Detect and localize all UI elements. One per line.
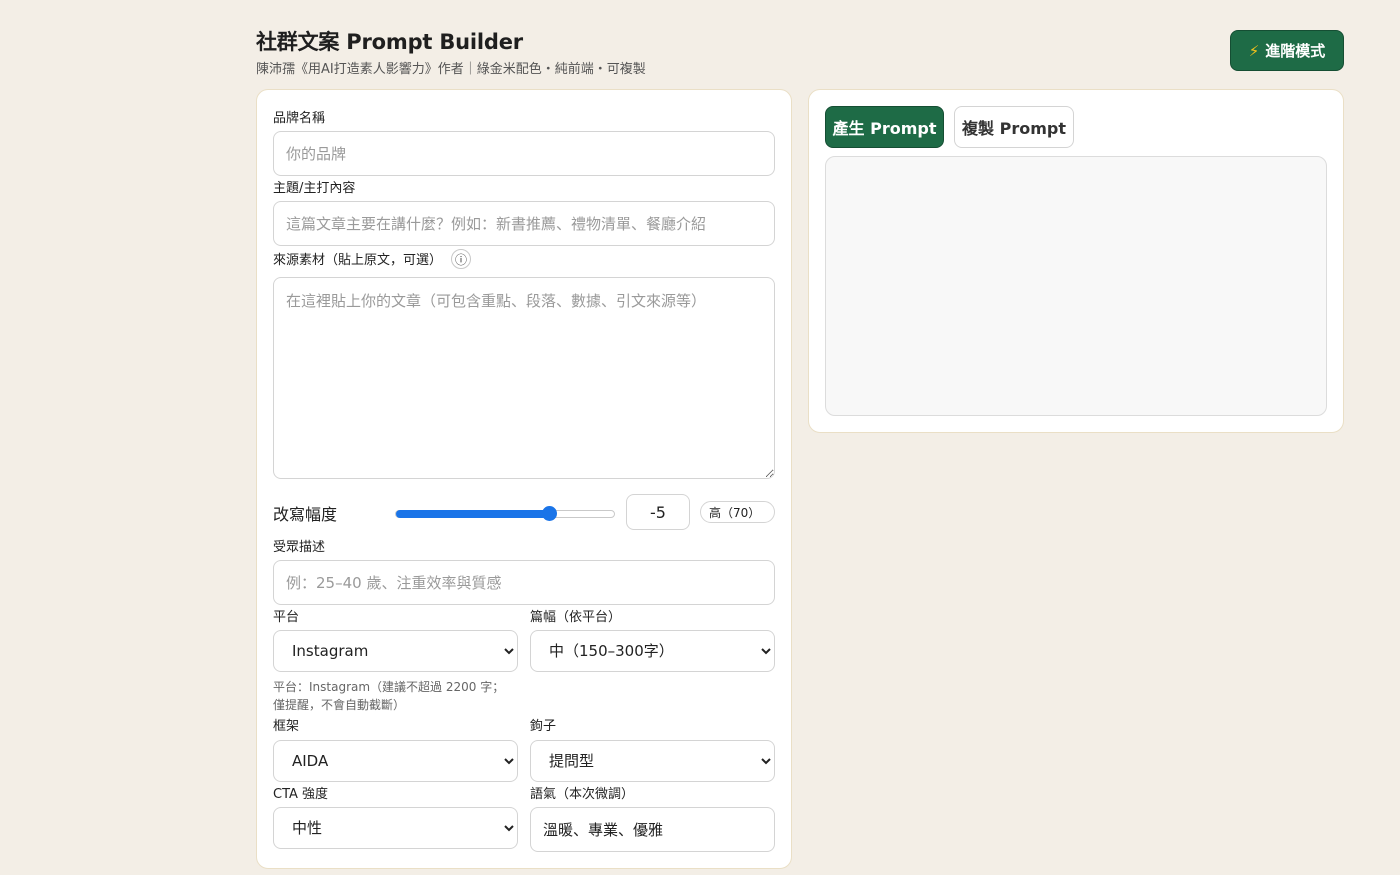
info-icon[interactable]: ⓘ [451,249,471,269]
page-title: 社群文案 Prompt Builder [256,30,523,54]
cta-select[interactable]: 中性 [273,807,518,849]
hook-select[interactable]: 提問型 [530,740,775,782]
form-card: 品牌名稱 主題/主打內容 來源素材（貼上原文，可選） ⓘ 改寫幅度 -5 高（7… [256,89,792,869]
advanced-mode-label: 進階模式 [1265,42,1326,60]
generate-prompt-button[interactable]: 產生 Prompt [825,106,944,148]
framework-select[interactable]: AIDA [273,740,518,782]
length-label: 篇幅（依平台） [530,610,622,625]
lightning-icon: ⚡ [1248,41,1260,60]
topic-label: 主題/主打內容 [273,181,356,196]
page-subtitle: 陳沛孺《用AI打造素人影響力》作者｜綠金米配色・純前端・可複製 [256,62,646,77]
framework-label: 框架 [273,719,300,734]
source-textarea[interactable] [273,277,775,479]
cta-label: CTA 強度 [273,787,329,802]
rewrite-level-badge: 高（70） [700,501,775,523]
rewrite-number-input[interactable]: -5 [626,494,690,530]
slider-fill [396,510,549,518]
brand-input[interactable] [273,131,775,176]
prompt-output[interactable] [825,156,1327,416]
rewrite-label: 改寫幅度 [273,505,338,524]
slider-knob[interactable] [541,506,557,521]
source-label: 來源素材（貼上原文，可選） [273,253,443,268]
brand-label: 品牌名稱 [273,111,326,126]
copy-prompt-button[interactable]: 複製 Prompt [954,106,1074,148]
advanced-mode-button[interactable]: ⚡ 進階模式 [1230,30,1344,71]
tone-label: 語氣（本次微調） [530,787,635,802]
audience-label: 受眾描述 [273,540,326,555]
output-card: 產生 Prompt 複製 Prompt [808,89,1344,433]
hook-label: 鉤子 [530,719,557,734]
rewrite-slider[interactable] [395,506,615,521]
length-select[interactable]: 中（150–300字） [530,630,775,672]
platform-label: 平台 [273,610,300,625]
audience-input[interactable] [273,560,775,605]
tone-input[interactable] [530,807,775,852]
platform-hint: 平台：Instagram（建議不超過 2200 字；僅提醒，不會自動截斷） [273,680,505,712]
platform-select[interactable]: Instagram [273,630,518,672]
topic-input[interactable] [273,201,775,246]
